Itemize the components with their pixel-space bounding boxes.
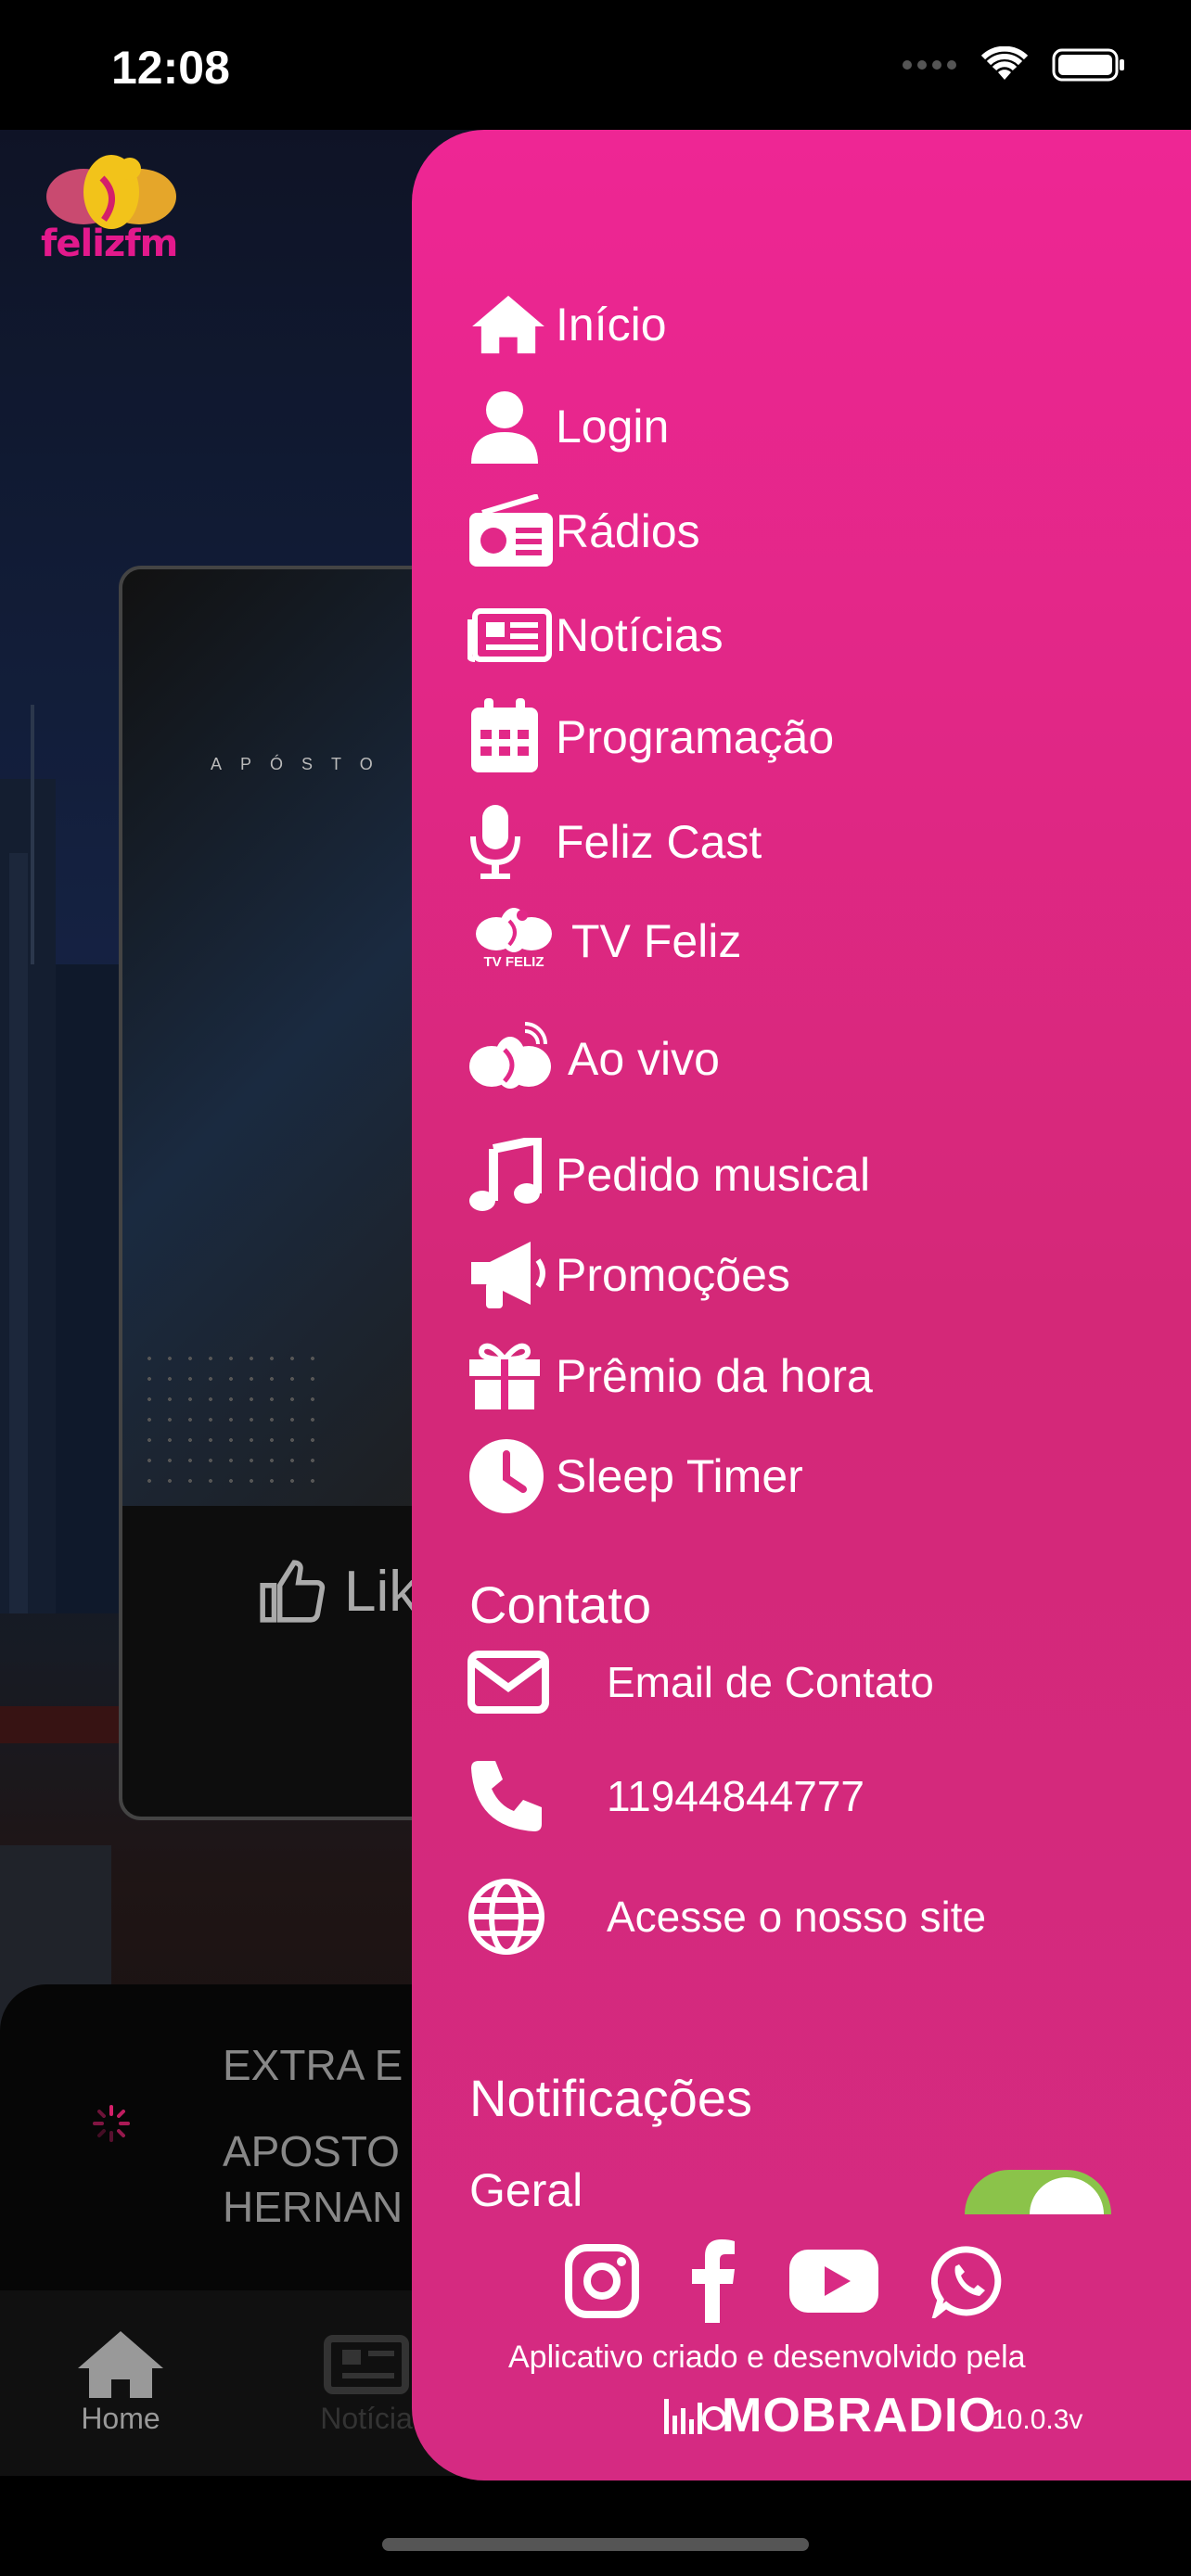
menu-item-sleep-timer[interactable]: Sleep Timer: [467, 1439, 803, 1513]
instagram-icon[interactable]: [565, 2244, 639, 2318]
phone-icon: [471, 1761, 542, 1831]
contact-section-title: Contato: [469, 1575, 652, 1634]
tab-news-label: Notícia: [320, 2402, 413, 2435]
contact-label: Acesse o nosso site: [607, 1893, 987, 1941]
menu-label: Ao vivo: [568, 1033, 720, 1085]
menu-item-ao-vivo[interactable]: Ao vivo: [467, 1022, 720, 1096]
tab-news[interactable]: Notícia: [320, 2327, 413, 2436]
app-version: 10.0.3v: [992, 2404, 1083, 2435]
menu-item-pedido-musical[interactable]: Pedido musical: [467, 1138, 870, 1212]
tab-home-label: Home: [81, 2402, 160, 2435]
battery-icon: [1052, 48, 1124, 82]
signal-icon: [903, 60, 956, 70]
logo-text: felizfm: [41, 223, 178, 265]
clock-icon: [469, 1439, 544, 1513]
contact-phone[interactable]: 11944844777: [467, 1757, 864, 1835]
status-time: 12:08: [111, 42, 230, 94]
radio-icon: [469, 494, 553, 567]
contact-label: 11944844777: [607, 1772, 864, 1820]
tv-feliz-logo-icon: [476, 908, 552, 952]
tv-feliz-icon: TV FELIZ: [467, 904, 560, 978]
tab-home[interactable]: Home: [74, 2327, 167, 2436]
dot-pattern: [139, 1348, 325, 1497]
player-title: APOSTO HERNAN: [223, 2127, 403, 2231]
menu-label: Pedido musical: [556, 1149, 871, 1201]
microphone-icon: [470, 805, 520, 879]
notification-general-toggle[interactable]: [965, 2170, 1111, 2214]
facebook-icon[interactable]: [690, 2239, 736, 2323]
wifi-icon: [981, 46, 1028, 80]
status-bar: 12:08: [0, 0, 1191, 130]
menu-label: Login: [556, 401, 670, 453]
like-label: Lik: [344, 1559, 418, 1624]
menu-label: Início: [556, 299, 667, 351]
toggle-knob: [1030, 2177, 1104, 2214]
menu-label: Rádios: [556, 505, 700, 557]
menu-item-noticias[interactable]: Notícias: [467, 598, 724, 672]
menu-item-premio-da-hora[interactable]: Prêmio da hora: [467, 1339, 873, 1413]
like-button[interactable]: Lik: [257, 1557, 417, 1626]
menu-label: Prêmio da hora: [556, 1350, 873, 1402]
menu-label: Programação: [556, 711, 835, 763]
tv-feliz-icon-text: TV FELIZ: [483, 954, 544, 970]
menu-label: Notícias: [556, 609, 724, 661]
music-icon: [469, 1138, 542, 1211]
menu-item-login[interactable]: Login: [467, 389, 669, 464]
calendar-icon: [471, 698, 538, 772]
player-label: EXTRA E: [223, 2041, 403, 2089]
mobradio-logo-icon: [664, 2399, 726, 2434]
whatsapp-icon[interactable]: [931, 2244, 1005, 2318]
menu-label: Promoções: [556, 1249, 790, 1301]
contact-label: Email de Contato: [607, 1658, 934, 1706]
home-tab-icon: [78, 2331, 163, 2398]
contact-website[interactable]: Acesse o nosso site: [467, 1878, 986, 1956]
home-icon: [472, 295, 544, 354]
menu-item-feliz-cast[interactable]: Feliz Cast: [467, 805, 762, 879]
envelope-icon: [467, 1651, 549, 1714]
menu-label: TV Feliz: [571, 915, 742, 967]
mini-player[interactable]: EXTRA E APOSTO HERNAN: [0, 1984, 464, 2290]
newspaper-icon: [467, 608, 552, 662]
menu-item-radios[interactable]: Rádios: [467, 494, 700, 568]
thumbs-up-icon: [260, 1560, 326, 1623]
home-indicator[interactable]: [382, 2538, 809, 2551]
side-drawer: Início Login Rádios Notícias Programação…: [412, 130, 1191, 2480]
notification-general-label: Geral: [469, 2164, 583, 2212]
globe-icon: [468, 1879, 544, 1955]
menu-item-promocoes[interactable]: Promoções: [467, 1238, 790, 1312]
credit-text: Aplicativo criado e desenvolvido pela: [508, 2340, 1026, 2375]
menu-label: Feliz Cast: [556, 816, 762, 868]
notifications-section-title: Notificações: [469, 2069, 753, 2127]
menu-item-tv-feliz[interactable]: TV FELIZ TV Feliz: [467, 904, 741, 978]
menu-label: Sleep Timer: [556, 1450, 803, 1502]
menu-item-programacao[interactable]: Programação: [467, 698, 835, 774]
megaphone-icon: [471, 1242, 545, 1308]
loading-spinner-icon: [93, 2105, 130, 2142]
menu-item-inicio[interactable]: Início: [467, 287, 667, 362]
status-icons: [902, 46, 1126, 83]
brand-text: MOBRADIO: [722, 2389, 997, 2442]
mobradio-brand[interactable]: MOBRADIO: [662, 2388, 997, 2443]
news-tab-icon: [324, 2335, 409, 2394]
gift-icon: [469, 1343, 540, 1409]
user-icon: [471, 391, 538, 464]
live-icon: [469, 1022, 551, 1089]
social-links: [565, 2239, 1005, 2323]
youtube-icon[interactable]: [788, 2248, 880, 2315]
toggle-track: [965, 2170, 1111, 2214]
art-text: APÓSTO: [211, 755, 391, 773]
contact-email[interactable]: Email de Contato: [467, 1651, 934, 1714]
